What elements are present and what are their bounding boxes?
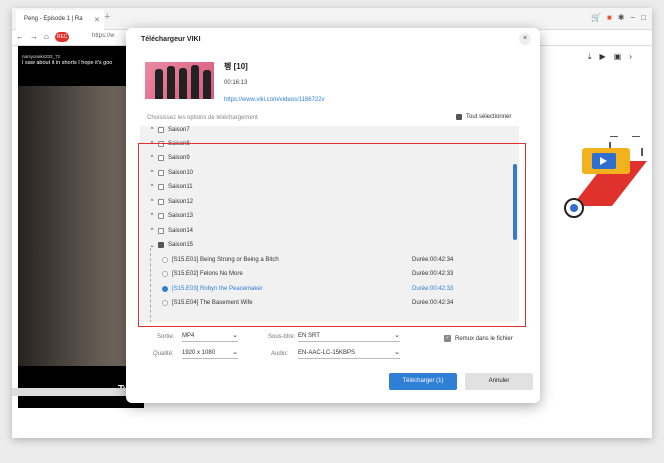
chevron-up-icon[interactable]: ^: [146, 127, 158, 133]
select-all-checkbox[interactable]: [456, 114, 462, 120]
select-all-label: Tout sélectionner: [466, 114, 512, 120]
home-icon[interactable]: ⌂: [44, 32, 49, 42]
sortie-select[interactable]: MP4 ⌄: [182, 331, 238, 342]
chevron-down-icon: ⌄: [394, 349, 400, 356]
right-toolbar: ⤓ ▶ ▣ ›: [588, 52, 632, 62]
sortie-label: Sortie:: [157, 334, 175, 340]
settings-icon[interactable]: ✱: [618, 13, 625, 22]
qualite-select[interactable]: 1920 x 1080 ⌄: [182, 348, 238, 359]
video-username: narsyonaks333_72: [22, 54, 61, 59]
maximize-icon[interactable]: □: [641, 13, 646, 22]
chevron-down-icon: ⌄: [394, 332, 400, 339]
episode-duration: 00:16:13: [224, 80, 248, 86]
cart-icon[interactable]: 🛒: [591, 13, 601, 22]
chevron-down-icon: ⌄: [232, 349, 238, 356]
forward-icon[interactable]: →: [30, 32, 38, 42]
new-tab-icon[interactable]: +: [104, 11, 110, 23]
select-all[interactable]: Tout sélectionner: [456, 114, 511, 120]
close-tab-icon[interactable]: ✕: [94, 16, 100, 24]
audio-select[interactable]: EN-AAC-LC-15KBPS ⌄: [298, 348, 400, 359]
audio-label: Audio:: [271, 351, 289, 357]
season-checkbox[interactable]: [158, 127, 164, 133]
viki-promo-graphic: [564, 136, 647, 218]
dialog-title: Téléchargeur VIKI: [141, 36, 201, 43]
nav-buttons: ← → ⌂ REC: [16, 32, 70, 42]
url-field[interactable]: https://w: [92, 33, 114, 39]
tab-title: Peng - Episode 1 | Ra: [24, 16, 83, 22]
rec-button[interactable]: REC: [54, 32, 70, 42]
download-icon[interactable]: ⤓: [588, 52, 592, 62]
soustitre-select[interactable]: EN SRT ⌄: [298, 331, 400, 342]
video-caption: I saw about it in shorts I hope it's goo: [22, 60, 113, 66]
back-icon[interactable]: ←: [16, 32, 24, 42]
episode-title: 펭 [10]: [224, 62, 248, 71]
remux-checkbox[interactable]: ✓: [444, 335, 451, 342]
tab-bar: Peng - Episode 1 | Ra ✕ + 🛒 ■ ✱ − □: [12, 8, 652, 30]
highlight-box: [138, 143, 526, 327]
soustitre-label: Sous-titre:: [268, 334, 296, 340]
episode-link[interactable]: https://www.viki.com/videos/1186722v: [224, 97, 325, 103]
youtube-icon[interactable]: ▶: [600, 52, 606, 62]
window-controls: 🛒 ■ ✱ − □: [591, 13, 646, 22]
options-label: Choisissez les options de téléchargement: [147, 115, 258, 121]
episode-thumbnail: [145, 62, 214, 99]
video-icon[interactable]: ▣: [614, 52, 622, 62]
gift-icon[interactable]: ■: [607, 13, 612, 22]
more-icon[interactable]: ›: [629, 52, 632, 62]
remux-option[interactable]: ✓ Remux dans le fichier: [444, 335, 513, 342]
remux-label: Remux dans le fichier: [455, 335, 513, 342]
chevron-down-icon: ⌄: [232, 332, 238, 339]
qualite-label: Qualité:: [153, 351, 174, 357]
horizontal-scrollbar[interactable]: [12, 388, 144, 396]
season-row[interactable]: ^ Saison7: [140, 126, 510, 137]
download-button[interactable]: Télécharger (1): [389, 373, 457, 390]
minimize-icon[interactable]: −: [630, 13, 635, 22]
right-panel: ⤓ ▶ ▣ ›: [532, 46, 652, 426]
browser-tab[interactable]: Peng - Episode 1 | Ra ✕: [16, 10, 104, 30]
close-button[interactable]: ×: [519, 33, 531, 45]
cancel-button[interactable]: Annuler: [465, 373, 533, 390]
